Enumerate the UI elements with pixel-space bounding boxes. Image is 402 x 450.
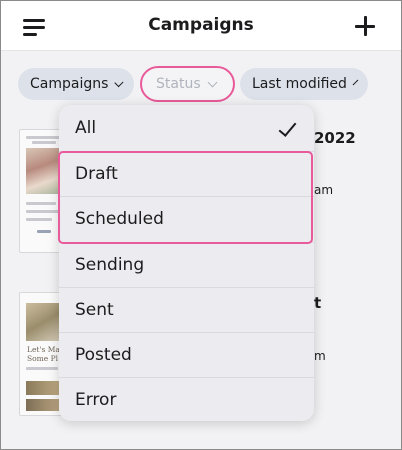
chevron-down-icon [207,77,218,87]
status-option-label: Posted [75,345,132,365]
thumb-line [26,136,62,139]
status-option-label: Sending [75,255,145,275]
chevron-down-icon [352,79,359,85]
status-filter-chip[interactable]: Status [140,66,235,102]
campaign-subtext-fragment: am [314,183,334,197]
status-option-label: Sent [75,300,114,320]
status-dropdown-menu: All Draft Scheduled Sending Sent Posted … [59,105,314,421]
status-option-draft[interactable]: Draft [59,151,314,196]
campaign-subtext-fragment: m [314,349,326,363]
filter-bar: Campaigns Status Last modified [1,51,401,113]
thumb-script-text: Some Pl [27,354,59,363]
status-option-label: Scheduled [75,209,164,229]
checkmark-icon [278,118,297,137]
campaign-title-fragment: 2022 [314,129,356,147]
thumb-line [37,230,51,233]
campaign-title-fragment: t [314,294,322,312]
thumb-line [26,210,60,213]
thumb-line [26,367,58,370]
thumb-line [26,218,52,221]
campaigns-filter-label: Campaigns [30,76,109,92]
status-option-sending[interactable]: Sending [59,242,314,287]
status-filter-label: Status [156,76,201,92]
thumb-image [26,148,62,194]
status-option-all[interactable]: All [59,105,314,150]
status-option-posted[interactable]: Posted [59,332,314,377]
status-option-sent[interactable]: Sent [59,287,314,332]
status-option-label: All [75,117,97,138]
app-frame: Campaigns Campaigns Status Last modified… [0,0,402,450]
top-header: Campaigns [1,1,401,51]
chevron-down-icon [114,77,124,87]
status-option-label: Draft [75,164,118,184]
status-option-scheduled[interactable]: Scheduled [59,196,314,241]
thumb-script-text: Let's Ma [27,345,60,354]
thumb-line [26,202,56,205]
plus-icon[interactable] [355,16,375,36]
thumb-image [26,399,62,411]
thumb-line [32,141,56,144]
campaigns-filter-chip[interactable]: Campaigns [18,68,134,100]
status-option-error[interactable]: Error [59,377,314,421]
page-title: Campaigns [148,15,254,35]
status-option-label: Error [75,390,117,410]
last-modified-sort-chip[interactable]: Last modified [240,68,368,100]
thumb-image [26,381,62,395]
thumb-image [26,303,62,341]
last-modified-label: Last modified [252,76,347,92]
